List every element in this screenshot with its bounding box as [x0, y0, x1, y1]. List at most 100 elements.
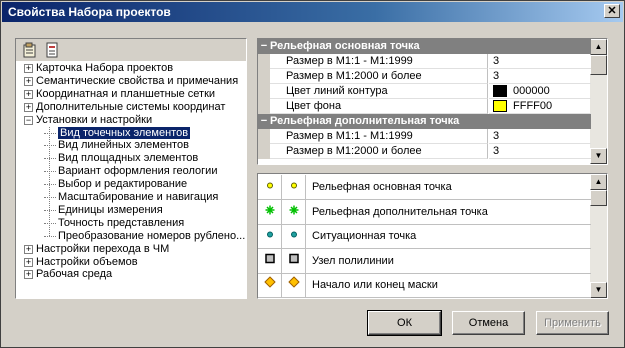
property-value-text: 000000 [513, 85, 550, 97]
property-row[interactable]: Размер в М1:1 - М1:1999 3 [258, 54, 591, 69]
tree-item-label: Настройки перехода в ЧМ [36, 242, 170, 255]
tree-item[interactable]: Масштабирование и навигация [44, 191, 218, 204]
property-row[interactable]: Размер в М1:1 - М1:1999 3 [258, 129, 591, 144]
color-swatch[interactable] [493, 100, 507, 113]
title-bar[interactable]: Свойства Набора проектов ✕ [2, 2, 623, 22]
tree-connector [44, 171, 56, 173]
property-row[interactable]: Цвет фона FFFF00 [258, 99, 591, 114]
tree-item[interactable]: + Семантические свойства и примечания [24, 75, 238, 88]
element-row[interactable]: Узел полилинии [258, 248, 591, 274]
tree-connector [44, 158, 56, 160]
expand-icon[interactable]: + [24, 89, 33, 99]
tree-item[interactable]: + Карточка Набора проектов [24, 62, 173, 75]
expand-icon[interactable]: + [24, 76, 33, 86]
green-asterisk-icon [265, 199, 274, 224]
property-category-header[interactable]: − Рельефная основная точка [258, 39, 591, 54]
property-value[interactable]: 3 [489, 69, 591, 84]
tree-item[interactable]: Вид точечных элементов [44, 126, 191, 140]
property-category-header[interactable]: − Рельефная дополнительная точка [258, 114, 591, 129]
small-yellow-dot-icon [266, 175, 274, 200]
property-value[interactable]: 3 [489, 144, 591, 159]
element-style-list[interactable]: ▲ ▼ Рельефная основная точка Рельефная до… [257, 173, 608, 299]
scroll-up-icon[interactable]: ▲ [590, 174, 607, 190]
tree-item[interactable]: + Рабочая среда [24, 268, 113, 281]
property-grid[interactable]: ▲ ▼ − Рельефная основная точка Размер в М1… [257, 38, 608, 165]
diamond-icon [287, 273, 300, 298]
tree-item[interactable]: Точность представления [44, 217, 184, 230]
property-value[interactable]: 3 [489, 129, 591, 144]
properties-icon[interactable] [22, 42, 38, 58]
property-value[interactable]: 000000 [489, 84, 591, 99]
tree-connector [44, 209, 56, 211]
expand-icon[interactable]: + [24, 64, 33, 73]
property-name: Размер в М1:2000 и более [270, 69, 488, 84]
square-node-icon [264, 248, 275, 273]
collapse-icon[interactable]: − [258, 114, 270, 129]
scroll-up-icon[interactable]: ▲ [590, 39, 607, 55]
symbol-preview-cell[interactable] [258, 273, 282, 298]
symbol-preview-cell[interactable] [282, 248, 306, 274]
property-name: Цвет фона [270, 99, 488, 114]
square-node-icon [288, 248, 299, 273]
tree-item[interactable]: + Настройки объемов [24, 256, 138, 269]
cancel-button[interactable]: Отмена [452, 311, 525, 335]
collapse-icon[interactable]: − [258, 39, 270, 54]
property-grid-scrollbar[interactable]: ▲ ▼ [590, 39, 607, 164]
tree-item-label: Вид точечных элементов [58, 126, 191, 139]
element-row[interactable]: Рельефная основная точка [258, 175, 591, 200]
property-value[interactable]: 3 [489, 54, 591, 69]
symbol-preview-cell[interactable] [258, 199, 282, 225]
property-value-text: 3 [493, 55, 500, 67]
property-name: Размер в М1:1 - М1:1999 [270, 54, 488, 69]
tree-item[interactable]: Выбор и редактирование [44, 178, 187, 191]
scroll-down-icon[interactable]: ▼ [590, 282, 607, 298]
tree-item-label: Рабочая среда [36, 268, 113, 281]
expand-icon[interactable]: + [24, 102, 33, 112]
category-title: Рельефная основная точка [270, 40, 420, 52]
property-name: Цвет линий контура [270, 84, 488, 99]
tree-item[interactable]: + Дополнительные системы координат [24, 101, 225, 114]
scroll-down-icon[interactable]: ▼ [590, 148, 607, 164]
symbol-preview-cell[interactable] [282, 224, 306, 249]
property-row[interactable]: Размер в М1:2000 и более 3 [258, 69, 591, 84]
element-row[interactable]: Рельефная дополнительная точка [258, 199, 591, 225]
expand-icon[interactable]: + [24, 270, 33, 280]
tree-item[interactable]: Преобразование номеров рублено... [44, 230, 245, 243]
symbol-preview-cell[interactable] [282, 199, 306, 225]
property-row[interactable]: Цвет линий контура 000000 [258, 84, 591, 99]
row-gutter [258, 54, 270, 69]
property-value-text: 3 [493, 145, 500, 157]
tree-connector [44, 235, 56, 237]
tree-item[interactable]: Вариант оформления геологии [44, 165, 217, 178]
tree-item[interactable]: − Установки и настройки [24, 114, 152, 127]
element-row[interactable]: Начало или конец маски [258, 273, 591, 298]
tree-item[interactable]: Вид площадных элементов [44, 152, 198, 165]
apply-button[interactable]: Применить [536, 311, 609, 335]
tree-item[interactable]: + Настройки перехода в ЧМ [24, 242, 170, 256]
element-label: Ситуационная точка [306, 224, 591, 249]
expand-icon[interactable]: + [24, 257, 33, 267]
tree-item[interactable]: Вид линейных элементов [44, 139, 189, 152]
expand-icon[interactable]: + [24, 244, 33, 254]
tree-item[interactable]: + Координатная и планшетные сетки [24, 88, 215, 101]
scroll-thumb[interactable] [590, 190, 607, 206]
settings-tree[interactable]: + Карточка Набора проектов + Семантические … [16, 61, 246, 298]
property-value[interactable]: FFFF00 [489, 99, 591, 114]
symbol-preview-cell[interactable] [258, 175, 282, 200]
diamond-icon [263, 273, 276, 298]
scroll-thumb[interactable] [590, 55, 607, 75]
symbol-preview-cell[interactable] [258, 224, 282, 249]
element-list-scrollbar[interactable]: ▲ ▼ [590, 174, 607, 298]
symbol-preview-cell[interactable] [282, 273, 306, 298]
close-button[interactable]: ✕ [604, 4, 620, 18]
collapse-icon[interactable]: − [24, 115, 33, 125]
color-swatch[interactable] [493, 85, 507, 98]
document-icon[interactable] [44, 42, 60, 58]
ok-button[interactable]: ОК [367, 310, 442, 336]
tree-item[interactable]: Единицы измерения [44, 204, 163, 217]
symbol-preview-cell[interactable] [258, 248, 282, 274]
symbol-preview-cell[interactable] [282, 175, 306, 200]
property-row[interactable]: Размер в М1:2000 и более 3 [258, 144, 591, 159]
category-title: Рельефная дополнительная точка [270, 115, 460, 127]
element-row[interactable]: Ситуационная точка [258, 224, 591, 249]
